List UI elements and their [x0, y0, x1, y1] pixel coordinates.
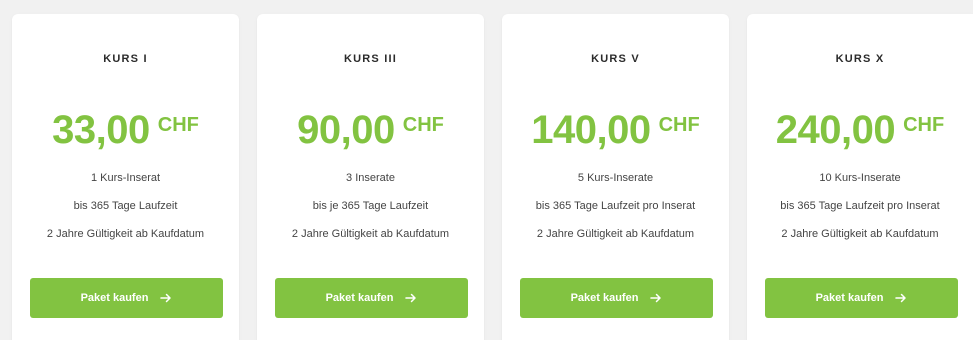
plan-feature: 2 Jahre Gültigkeit ab Kaufdatum	[536, 228, 695, 240]
plan-title: KURS V	[591, 53, 640, 65]
price-amount: 90,00	[297, 108, 395, 152]
buy-package-button[interactable]: Paket kaufen	[765, 278, 958, 318]
plan-title: KURS X	[835, 53, 885, 65]
pricing-card-kurs-3: KURS III 90,00 CHF 3 Inserate bis je 365 …	[257, 14, 484, 340]
buy-package-button[interactable]: Paket kaufen	[275, 278, 468, 318]
price-currency: CHF	[658, 114, 700, 136]
price-amount: 33,00	[52, 108, 150, 152]
plan-feature: 2 Jahre Gültigkeit ab Kaufdatum	[291, 228, 450, 240]
buy-package-button[interactable]: Paket kaufen	[520, 278, 713, 318]
buy-button-label: Paket kaufen	[570, 292, 639, 304]
pricing-section: KURS I 33,00 CHF 1 Kurs-Inserat bis 365 T…	[0, 0, 973, 340]
price-amount: 140,00	[531, 108, 651, 152]
plan-title: KURS I	[103, 53, 148, 65]
arrow-right-icon	[650, 293, 662, 303]
plan-title: KURS III	[344, 53, 397, 65]
arrow-right-icon	[160, 293, 172, 303]
plan-feature: 2 Jahre Gültigkeit ab Kaufdatum	[781, 228, 939, 240]
price-currency: CHF	[903, 114, 945, 136]
plan-feature: bis 365 Tage Laufzeit pro Inserat	[535, 200, 696, 212]
pricing-card-kurs-5: KURS V 140,00 CHF 5 Kurs-Inserate bis 365…	[502, 14, 729, 340]
buy-package-button[interactable]: Paket kaufen	[30, 278, 223, 318]
plan-feature: 5 Kurs-Inserate	[577, 172, 654, 184]
arrow-right-icon	[895, 293, 907, 303]
plan-price: 90,00 CHF	[257, 108, 484, 153]
plan-price: 140,00 CHF	[502, 108, 729, 153]
pricing-card-kurs-10: KURS X 240,00 CHF 10 Kurs-Inserate bis 36…	[747, 14, 973, 340]
plan-price: 240,00 CHF	[747, 108, 973, 153]
price-currency: CHF	[402, 114, 444, 136]
buy-button-label: Paket kaufen	[80, 292, 149, 304]
plan-feature: 3 Inserate	[346, 172, 395, 184]
plan-feature: bis je 365 Tage Laufzeit	[312, 200, 429, 212]
price-currency: CHF	[157, 114, 199, 136]
price-amount: 240,00	[775, 108, 896, 152]
plan-price: 33,00 CHF	[12, 108, 239, 153]
plan-feature: bis 365 Tage Laufzeit	[73, 200, 178, 212]
plan-feature: 1 Kurs-Inserat	[90, 172, 161, 184]
buy-button-label: Paket kaufen	[815, 292, 884, 304]
arrow-right-icon	[405, 293, 417, 303]
plan-feature: 10 Kurs-Inserate	[819, 172, 901, 184]
buy-button-label: Paket kaufen	[325, 292, 394, 304]
pricing-card-kurs-1: KURS I 33,00 CHF 1 Kurs-Inserat bis 365 T…	[12, 14, 239, 340]
plan-feature: bis 365 Tage Laufzeit pro Inserat	[780, 200, 940, 212]
plan-feature: 2 Jahre Gültigkeit ab Kaufdatum	[46, 228, 205, 240]
